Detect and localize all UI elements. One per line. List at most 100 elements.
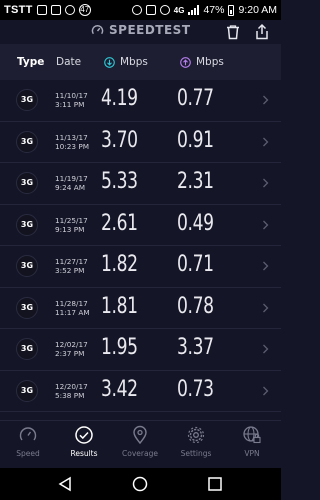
nav-coverage-label: Coverage: [122, 449, 158, 458]
result-row[interactable]: 3G 11/25/17 9:13 PM 2.61 0.49: [0, 205, 281, 246]
notification-count: 47: [78, 4, 91, 16]
connection-type-badge: 3G: [16, 379, 38, 402]
recents-icon[interactable]: [207, 476, 223, 492]
result-datetime: 11/19/17 9:24 AM: [55, 174, 88, 192]
download-value: 3.42: [101, 376, 138, 402]
result-datetime: 12/02/17 2:37 PM: [55, 340, 88, 358]
network-type: 4G: [173, 5, 185, 15]
result-row[interactable]: 3G 11/19/17 9:24 AM 5.33 2.31: [0, 163, 281, 205]
nav-results-label: Results: [70, 449, 98, 458]
result-time: 9:24 AM: [55, 183, 85, 192]
nav-settings-label: Settings: [180, 449, 212, 458]
app-title: SPEEDTEST: [109, 23, 191, 37]
upload-value: 0.77: [177, 86, 214, 111]
upload-value: 0.71: [177, 252, 214, 277]
calendar-icon: [36, 5, 47, 15]
upload-value: 0.78: [177, 293, 214, 319]
result-row[interactable]: 3G 11/28/17 11:17 AM 1.81 0.78: [0, 288, 281, 329]
status-bar: TSTT 47 4G 47% 9:20 AM: [0, 0, 281, 20]
connection-type-badge: 3G: [16, 213, 38, 236]
connection-type-badge: 3G: [16, 130, 38, 153]
result-row[interactable]: 3G 11/27/17 3:52 PM 1.82 0.71: [0, 246, 281, 288]
globe-lock-icon: [243, 426, 261, 444]
battery-percent: 47%: [203, 4, 225, 16]
download-value: 2.61: [101, 210, 138, 236]
clock: 9:20 AM: [238, 4, 277, 16]
upload-value: 0.91: [177, 127, 214, 153]
nav-speed[interactable]: Speed: [0, 425, 56, 458]
result-time: 3:52 PM: [55, 266, 85, 275]
nav-results[interactable]: Results: [56, 425, 112, 458]
speedtest-logo-icon: [91, 24, 104, 34]
result-row[interactable]: 3G 12/20/17 5:38 PM 3.42 0.73: [0, 371, 281, 412]
download-value: 4.19: [101, 86, 138, 111]
result-datetime: 11/28/17 11:17 AM: [55, 299, 90, 317]
column-download[interactable]: Mbps: [104, 56, 148, 68]
result-time: 3:11 PM: [55, 100, 85, 109]
download-icon: [104, 56, 115, 68]
result-date: 12/02/17: [55, 340, 88, 349]
result-date: 11/13/17: [55, 132, 88, 142]
column-type[interactable]: Type: [17, 56, 44, 68]
share-icon[interactable]: [253, 23, 271, 41]
nav-vpn-label: VPN: [244, 449, 260, 458]
upload-value: 2.31: [177, 169, 214, 194]
download-value: 1.95: [101, 335, 138, 360]
nav-vpn[interactable]: VPN: [224, 425, 280, 458]
checkmark-circle-icon: [75, 426, 93, 444]
app-logo: SPEEDTEST: [91, 23, 191, 37]
column-upload[interactable]: Mbps: [180, 56, 224, 68]
chevron-right-icon: [263, 303, 269, 312]
chevron-right-icon: [263, 95, 269, 105]
result-time: 2:37 PM: [55, 349, 85, 358]
upload-value: 3.37: [177, 335, 214, 360]
download-value: 1.81: [101, 293, 138, 319]
signal-icon: [188, 5, 200, 15]
result-time: 11:17 AM: [55, 307, 90, 317]
system-nav-bar: [0, 468, 281, 500]
chevron-right-icon: [263, 178, 269, 188]
download-value: 1.82: [101, 252, 138, 277]
column-date[interactable]: Date: [56, 56, 81, 68]
connection-type-badge: 3G: [16, 338, 38, 360]
battery-icon: [228, 4, 235, 16]
chevron-right-icon: [263, 386, 269, 395]
upload-unit-label: Mbps: [196, 56, 224, 68]
result-datetime: 11/25/17 9:13 PM: [55, 216, 88, 234]
connection-type-badge: 3G: [16, 172, 38, 194]
result-datetime: 11/27/17 3:52 PM: [55, 257, 88, 275]
result-date: 11/28/17: [55, 298, 88, 308]
result-row[interactable]: 3G 11/13/17 10:23 PM 3.70 0.91: [0, 122, 281, 163]
result-date: 11/25/17: [55, 215, 88, 225]
nav-settings[interactable]: Settings: [168, 425, 224, 458]
connection-type-badge: 3G: [16, 296, 38, 319]
download-unit-label: Mbps: [120, 56, 148, 68]
result-datetime: 11/13/17 10:23 PM: [55, 133, 89, 151]
upload-icon: [180, 56, 191, 68]
result-date: 12/20/17: [55, 381, 88, 391]
nav-coverage[interactable]: Coverage: [112, 425, 168, 458]
bottom-nav: Speed Results Coverage Settings VPN: [0, 420, 281, 468]
upload-value: 0.73: [177, 376, 214, 402]
upload-value: 0.49: [177, 210, 214, 236]
result-time: 5:38 PM: [55, 390, 85, 400]
back-icon[interactable]: [57, 476, 73, 492]
home-icon[interactable]: [132, 476, 148, 492]
result-datetime: 11/10/17 3:11 PM: [55, 91, 88, 109]
result-date: 11/10/17: [55, 91, 88, 100]
result-datetime: 12/20/17 5:38 PM: [55, 382, 88, 400]
download-value: 5.33: [101, 169, 138, 194]
trash-icon[interactable]: [224, 23, 242, 41]
result-time: 10:23 PM: [55, 141, 90, 151]
carrier-label: TSTT: [4, 4, 33, 16]
notification-icon: [64, 5, 75, 15]
chevron-right-icon: [263, 137, 269, 146]
result-time: 9:13 PM: [55, 224, 85, 234]
connection-type-badge: 3G: [16, 89, 38, 111]
chevron-right-icon: [263, 220, 269, 229]
result-row[interactable]: 3G 11/10/17 3:11 PM 4.19 0.77: [0, 80, 281, 122]
result-row[interactable]: 3G 12/02/17 2:37 PM 1.95 3.37: [0, 329, 281, 371]
results-header: Type Date Mbps Mbps: [0, 44, 281, 80]
result-date: 11/27/17: [55, 257, 88, 266]
app-bar: SPEEDTEST: [0, 20, 281, 44]
